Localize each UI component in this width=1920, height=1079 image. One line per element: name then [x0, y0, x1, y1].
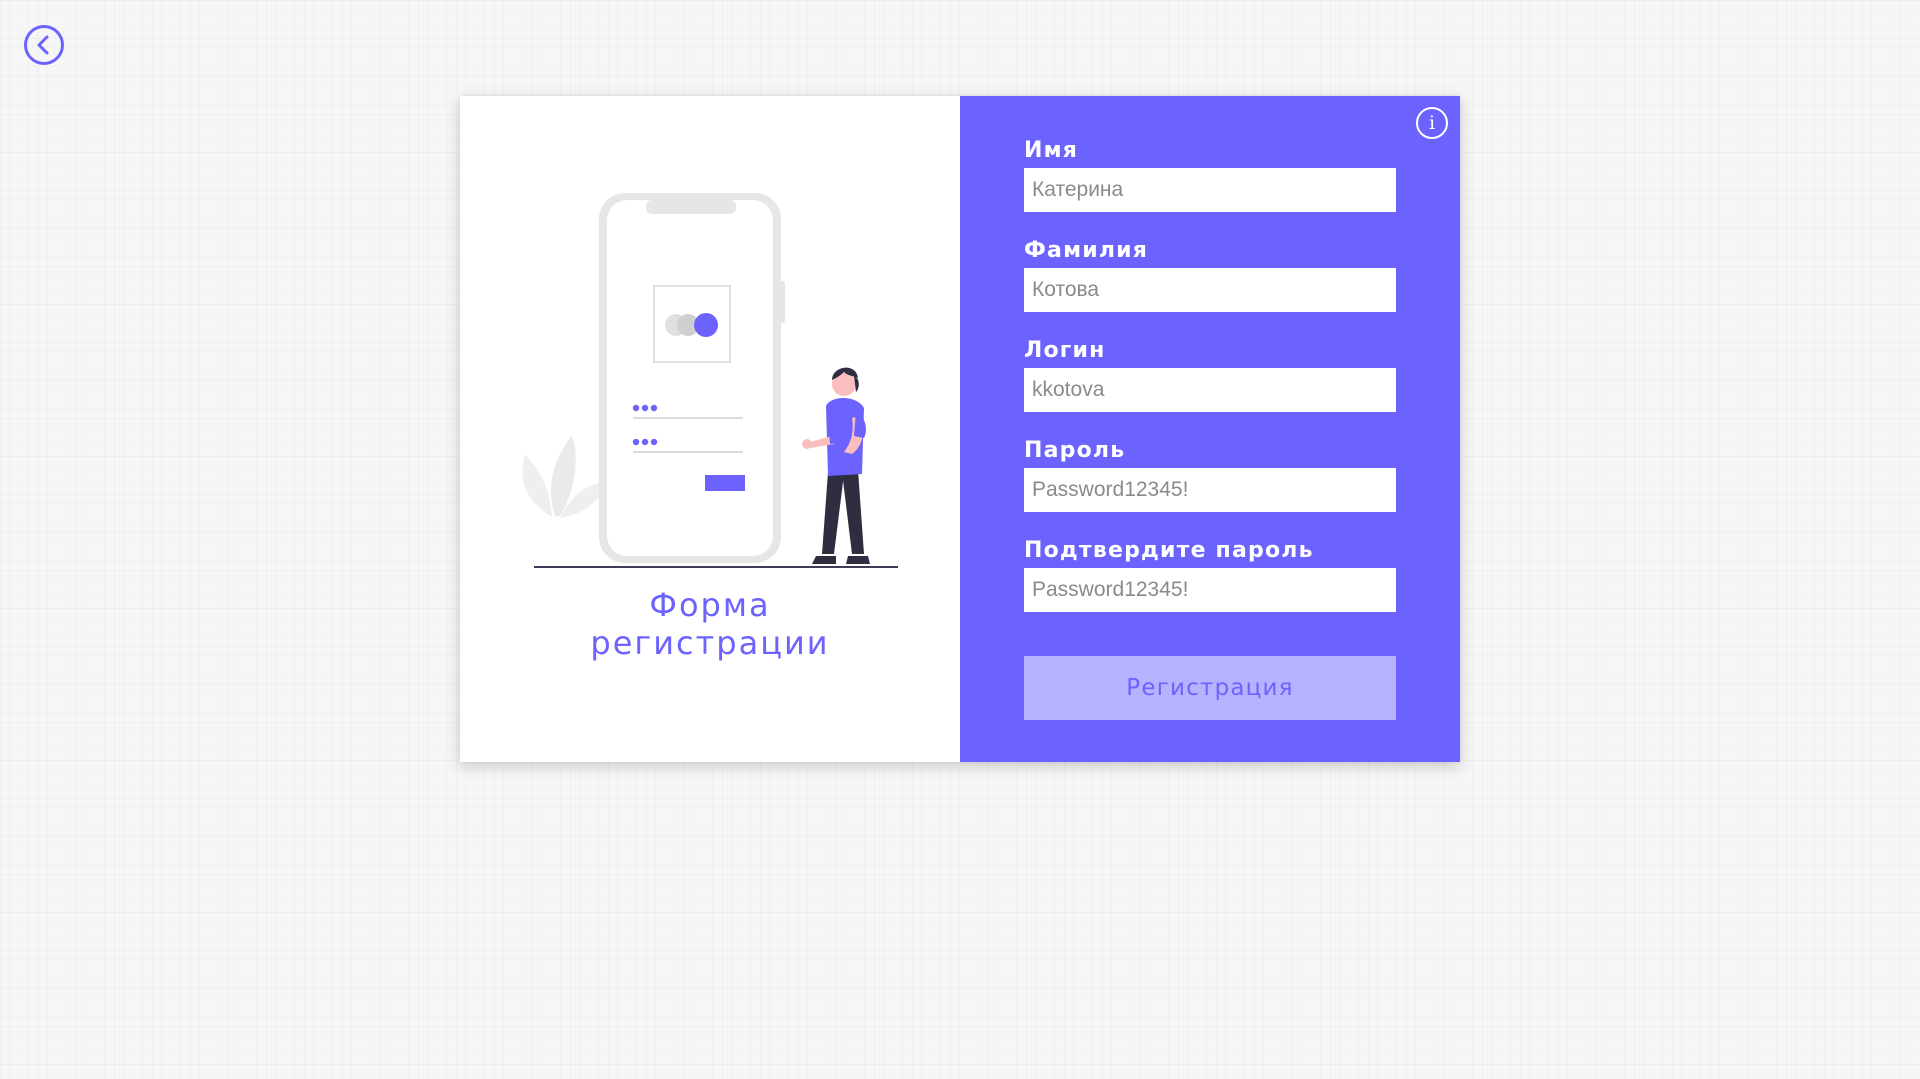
phone-graphic: [599, 193, 785, 563]
confirm-password-group: Подтвердите пароль: [1024, 538, 1396, 612]
last-name-label: Фамилия: [1024, 238, 1149, 263]
login-label: Логин: [1024, 338, 1106, 363]
confirm-password-input[interactable]: [1024, 568, 1396, 612]
last-name-group: Фамилия: [1024, 238, 1396, 312]
chevron-left-icon: [37, 35, 49, 55]
form-title: Форма регистрации: [460, 586, 960, 662]
back-button[interactable]: [24, 25, 64, 65]
password-input[interactable]: [1024, 468, 1396, 512]
last-name-input[interactable]: [1024, 268, 1396, 312]
registration-card: Форма регистрации i Имя Фамилия Логин Па…: [460, 96, 1460, 762]
first-name-input[interactable]: [1024, 168, 1396, 212]
first-name-label: Имя: [1024, 138, 1079, 163]
illustration-panel: Форма регистрации: [460, 96, 960, 762]
login-group: Логин: [1024, 338, 1396, 412]
password-label: Пароль: [1024, 438, 1126, 463]
info-button[interactable]: i: [1416, 107, 1448, 139]
phone-person-illustration: [522, 193, 898, 568]
first-name-group: Имя: [1024, 138, 1396, 212]
form-title-line2: регистрации: [590, 624, 830, 662]
confirm-password-label: Подтвердите пароль: [1024, 538, 1314, 563]
register-button[interactable]: Регистрация: [1024, 656, 1396, 720]
form-title-line1: Форма: [649, 586, 771, 624]
password-group: Пароль: [1024, 438, 1396, 512]
info-icon: i: [1428, 112, 1436, 134]
person-graphic: [802, 367, 870, 564]
plant-decoration: [522, 436, 610, 518]
form-panel: i Имя Фамилия Логин Пароль Подтвердите п…: [960, 96, 1460, 762]
login-input[interactable]: [1024, 368, 1396, 412]
